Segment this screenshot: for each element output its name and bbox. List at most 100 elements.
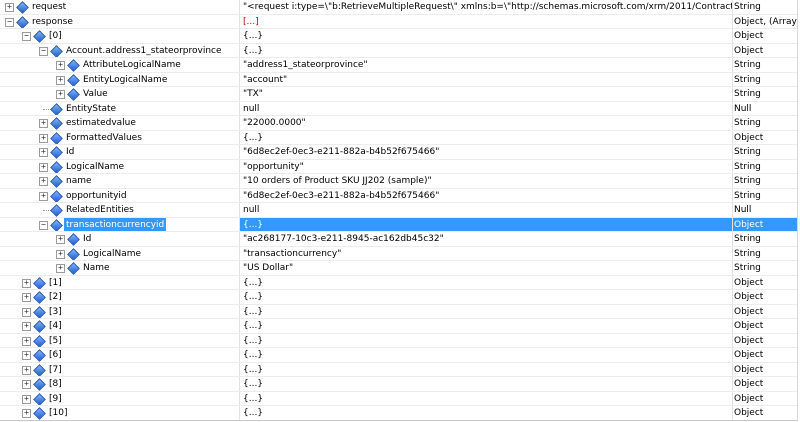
tree-row[interactable]: + Id "6d8ec2ef-0ec3-e211-882a-b4b52f675466… [0, 145, 797, 160]
value-cell[interactable]: "address1_stateorprovince" [240, 58, 732, 72]
expand-icon[interactable]: + [39, 177, 48, 186]
value-cell[interactable]: "transactioncurrency" [240, 247, 732, 261]
tree-row[interactable]: + [1] {...} Object [0, 276, 797, 290]
tree-row[interactable]: + [9] {...} Object [0, 392, 797, 406]
collapse-icon[interactable]: − [39, 46, 48, 56]
value-cell[interactable]: {...} [240, 131, 732, 145]
expand-icon[interactable]: + [56, 90, 65, 99]
name-cell[interactable]: EntityState [0, 102, 238, 115]
tree-row[interactable]: + request "<request i:type=\"b:RetrieveMul… [0, 0, 797, 15]
tree-row[interactable]: + estimatedvalue "22000.0000" String [0, 116, 797, 131]
tree-row[interactable]: + FormattedValues {...} Object [0, 131, 797, 145]
name-cell[interactable]: RelatedEntities [0, 203, 238, 217]
expand-icon[interactable]: + [22, 322, 31, 331]
name-cell[interactable]: + [8] [0, 377, 238, 391]
expand-icon[interactable]: + [56, 249, 65, 259]
value-cell[interactable]: null [240, 102, 732, 116]
value-cell[interactable]: {...} [240, 44, 732, 58]
expand-icon[interactable]: + [39, 162, 48, 172]
name-cell[interactable]: + Value [0, 87, 238, 101]
expand-icon[interactable]: + [22, 351, 31, 360]
collapse-icon[interactable]: − [39, 220, 48, 230]
value-cell[interactable]: {...} [240, 363, 732, 377]
expand-icon[interactable]: + [22, 365, 31, 375]
tree-row[interactable]: EntityState null Null [0, 102, 797, 116]
value-cell[interactable]: "US Dollar" [240, 261, 732, 275]
tree-row[interactable]: + [6] {...} Object [0, 348, 797, 363]
tree-row[interactable]: + [2] {...} Object [0, 290, 797, 305]
tree-row[interactable]: + opportunityid "6d8ec2ef-0ec3-e211-882a-b… [0, 189, 797, 203]
value-cell[interactable]: "TX" [240, 87, 732, 101]
name-cell[interactable]: + FormattedValues [0, 131, 238, 144]
name-cell[interactable]: + [2] [0, 290, 238, 304]
name-cell[interactable]: + [10] [0, 406, 238, 420]
value-cell[interactable]: {...} [240, 334, 732, 348]
tree-row[interactable]: + [5] {...} Object [0, 334, 797, 348]
value-cell[interactable]: {...} [240, 319, 732, 333]
tree-row[interactable]: + AttributeLogicalName "address1_stateorpr… [0, 58, 797, 73]
value-cell[interactable]: {...} [240, 406, 732, 420]
expand-icon[interactable]: + [22, 336, 31, 346]
collapse-icon[interactable]: − [22, 32, 31, 41]
name-cell[interactable]: + request [0, 0, 238, 14]
tree-row[interactable]: + [4] {...} Object [0, 319, 797, 334]
name-cell[interactable]: + LogicalName [0, 247, 238, 260]
value-cell[interactable]: {...} [240, 305, 732, 319]
name-cell[interactable]: + estimatedvalue [0, 116, 238, 130]
tree-row[interactable]: + Id "ac268177-10c3-e211-8945-ac162db45c32… [0, 232, 797, 247]
expand-icon[interactable]: + [22, 278, 31, 288]
name-cell[interactable]: − response [0, 15, 238, 28]
name-cell[interactable]: − Account.address1_stateorprovince [0, 44, 238, 57]
value-cell[interactable]: {...} [240, 29, 732, 43]
value-cell[interactable]: null [240, 203, 732, 217]
value-cell[interactable]: "22000.0000" [240, 116, 732, 130]
tree-row[interactable]: + name "10 orders of Product SKU JJ202 (sa… [0, 174, 797, 189]
tree-row[interactable]: + [8] {...} Object [0, 377, 797, 392]
value-cell[interactable]: "<request i:type=\"b:RetrieveMultipleReq… [240, 0, 732, 14]
tree-row[interactable]: + [3] {...} Object [0, 305, 797, 319]
expand-icon[interactable]: + [5, 3, 14, 12]
tree-row[interactable]: + LogicalName "opportunity" String [0, 160, 797, 174]
name-cell[interactable]: + opportunityid [0, 189, 238, 202]
tree-row[interactable]: + EntityLogicalName "account" String [0, 73, 797, 87]
name-cell[interactable]: + [3] [0, 305, 238, 318]
name-cell[interactable]: + EntityLogicalName [0, 73, 238, 86]
name-cell[interactable]: + AttributeLogicalName [0, 58, 238, 72]
expand-icon[interactable]: + [22, 409, 31, 418]
tree-row[interactable]: + [7] {...} Object [0, 363, 797, 377]
tree-row[interactable]: − Account.address1_stateorprovince {...} Ob… [0, 44, 797, 58]
name-cell[interactable]: + [6] [0, 348, 238, 362]
tree-row[interactable]: + LogicalName "transactioncurrency" String [0, 247, 797, 261]
name-cell[interactable]: − transactioncurrencyid [0, 217, 238, 231]
value-cell[interactable]: "account" [240, 73, 732, 87]
name-cell[interactable]: − [0] [0, 29, 238, 43]
name-cell[interactable]: + name [0, 174, 238, 188]
expand-icon[interactable]: + [39, 133, 48, 143]
expand-icon[interactable]: + [56, 75, 65, 85]
tree-row[interactable]: − transactioncurrencyid {...} Object [0, 217, 797, 232]
value-cell[interactable]: "10 orders of Product SKU JJ202 (sample)… [240, 174, 732, 188]
expand-icon[interactable]: + [39, 148, 48, 157]
expand-icon[interactable]: + [22, 380, 31, 389]
value-cell[interactable]: {...} [240, 290, 732, 304]
expand-icon[interactable]: + [39, 119, 48, 128]
tree-row[interactable]: − response [...] Object, (Array) [0, 15, 797, 29]
value-cell[interactable]: [...] [240, 15, 732, 29]
tree-row[interactable]: RelatedEntities null Null [0, 203, 797, 218]
expand-icon[interactable]: + [39, 191, 48, 201]
expand-icon[interactable]: + [22, 293, 31, 302]
value-cell[interactable]: "ac268177-10c3-e211-8945-ac162db45c32" [240, 232, 732, 246]
value-cell[interactable]: "6d8ec2ef-0ec3-e211-882a-b4b52f675466" [240, 189, 732, 203]
value-cell[interactable]: {...} [240, 217, 732, 231]
expand-icon[interactable]: + [22, 394, 31, 404]
value-cell[interactable]: "6d8ec2ef-0ec3-e211-882a-b4b52f675466" [240, 145, 732, 159]
tree-row[interactable]: + [10] {...} Object [0, 406, 797, 420]
name-cell[interactable]: + Name [0, 261, 238, 275]
value-cell[interactable]: {...} [240, 276, 732, 290]
name-cell[interactable]: + Id [0, 232, 238, 246]
expand-icon[interactable]: + [56, 264, 65, 273]
expand-icon[interactable]: + [56, 235, 65, 244]
name-cell[interactable]: + [4] [0, 319, 238, 333]
name-cell[interactable]: + [1] [0, 276, 238, 289]
name-cell[interactable]: + [9] [0, 392, 238, 405]
